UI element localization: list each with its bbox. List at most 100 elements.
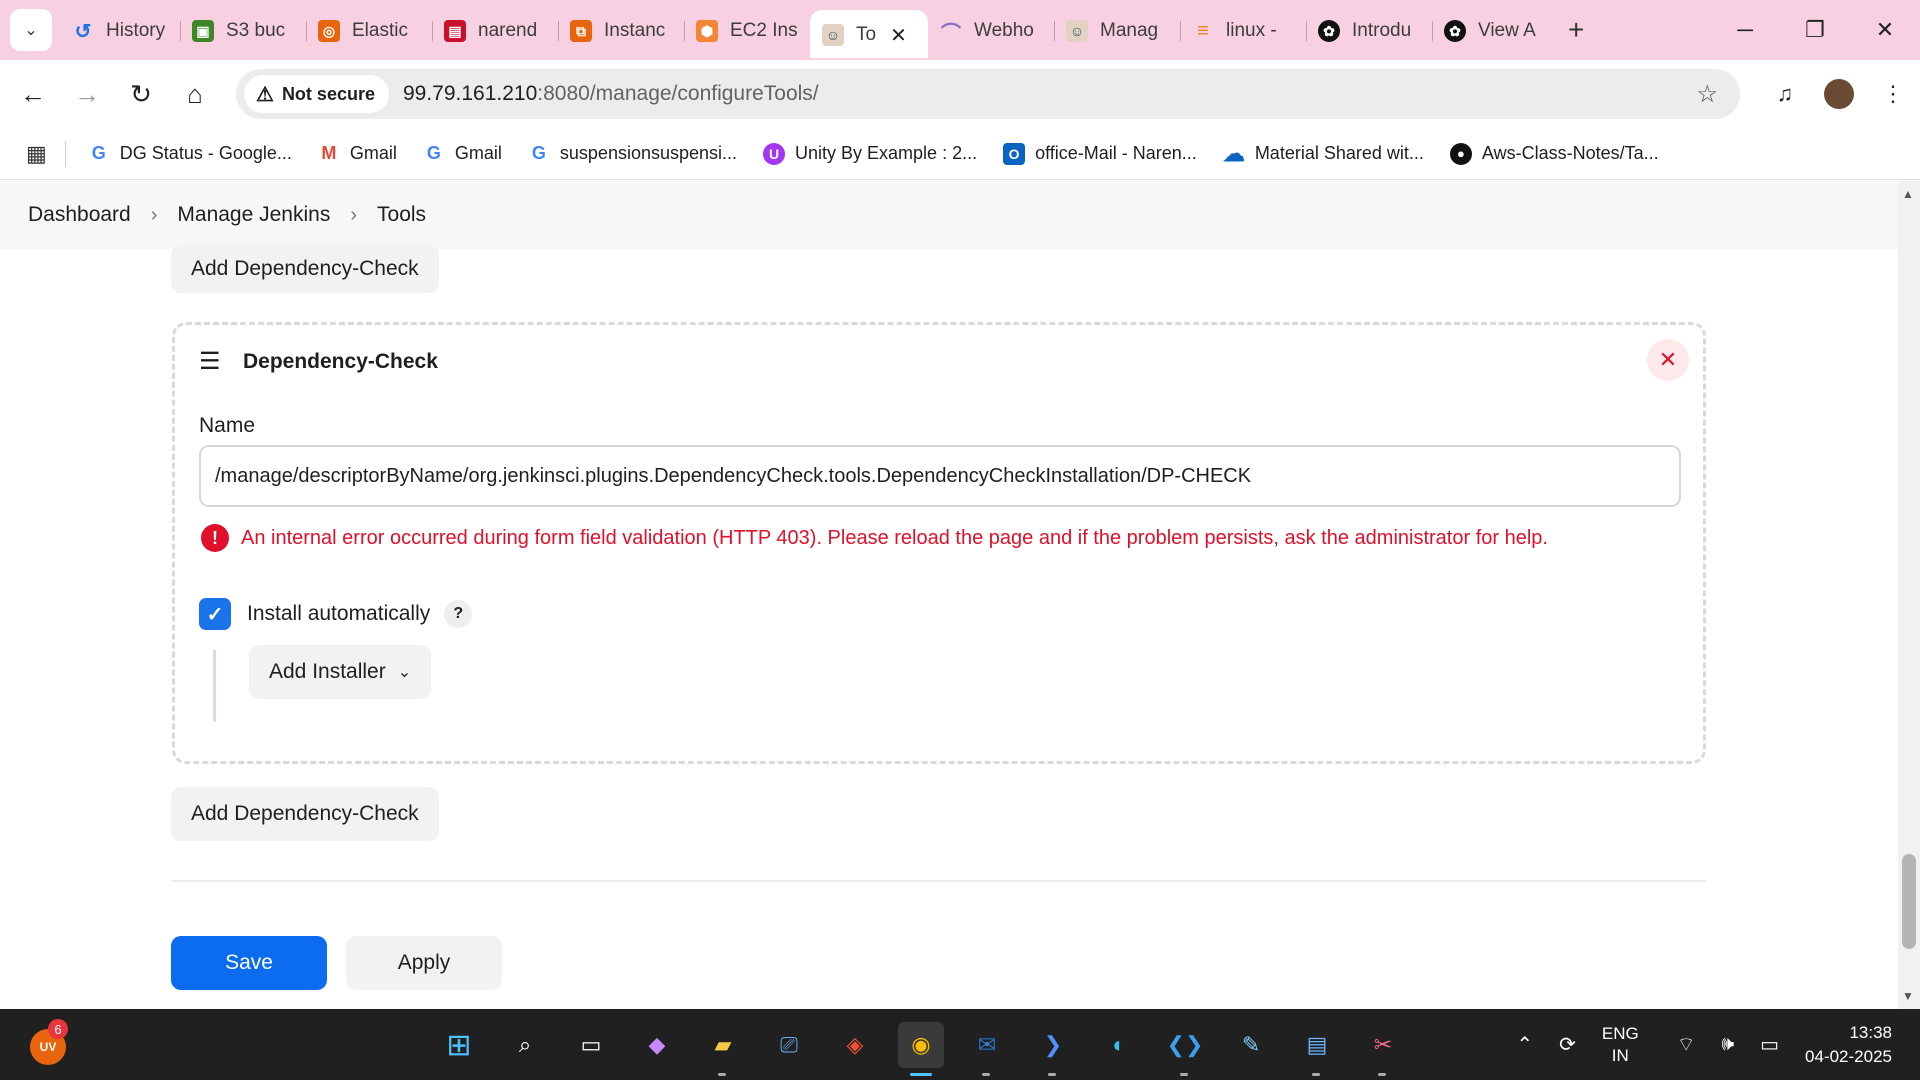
volume-icon[interactable]: 🕪	[1722, 1033, 1735, 1056]
outlook-icon: O	[1003, 142, 1026, 165]
chevron-down-icon: ⌄	[24, 22, 38, 39]
tab-linux[interactable]: ≡ linux -	[1180, 12, 1306, 50]
tab-narend[interactable]: ▤ narend	[432, 12, 558, 50]
snipping-tool-icon[interactable]: ✂	[1360, 1022, 1406, 1076]
home-button[interactable]: ⌂	[168, 67, 222, 121]
tab-instance[interactable]: ⧉ Instanc	[558, 12, 684, 50]
tab-list: ↺ History ▣ S3 buc ◎ Elastic ▤ narend ⧉ Insta…	[60, 0, 1550, 58]
apply-button[interactable]: Apply	[346, 936, 502, 990]
system-tray: ⌃ ⟳ ENG IN ⌔ 🕪 ▭ 13:38 04-02-2025	[1516, 1009, 1920, 1080]
media-control-icon[interactable]: ♫	[1758, 81, 1812, 107]
tab-elastic[interactable]: ◎ Elastic	[306, 12, 432, 50]
tab-tools-active[interactable]: ☺ To ✕	[810, 10, 928, 58]
chevron-right-icon: ›	[150, 203, 158, 226]
remote-desktop-icon[interactable]: ⎚	[766, 1022, 812, 1068]
close-icon[interactable]: ✕	[890, 23, 907, 48]
git-icon[interactable]: ◈	[832, 1022, 878, 1068]
tab-s3[interactable]: ▣ S3 buc	[180, 12, 306, 50]
wifi-icon[interactable]: ⌔	[1677, 1032, 1696, 1057]
s3-icon: ▣	[192, 20, 214, 42]
save-button[interactable]: Save	[171, 936, 327, 990]
tab-search-button[interactable]: ⌄	[10, 9, 52, 51]
tab-introdu[interactable]: ✿ Introdu	[1306, 12, 1432, 50]
aws-instance-icon: ⧉	[570, 20, 592, 42]
tab-ec2[interactable]: ⬢ EC2 Ins	[684, 12, 810, 50]
breadcrumb: Dashboard › Manage Jenkins › Tools	[0, 181, 1898, 249]
jenkins-icon: ☺	[1066, 20, 1088, 42]
bookmark-item[interactable]: M Gmail	[318, 143, 397, 165]
onedrive-icon: ☁	[1222, 140, 1245, 166]
page-scrollbar[interactable]: ▲ ▼	[1898, 181, 1920, 1009]
new-tab-button[interactable]: +	[1568, 14, 1584, 46]
drag-handle-icon[interactable]: ☰	[199, 347, 225, 376]
bookmark-item[interactable]: U Unity By Example : 2...	[763, 142, 977, 165]
gmail-icon: M	[321, 143, 337, 163]
toolbar-right: ♫ ⋮	[1758, 60, 1920, 128]
minimize-icon[interactable]: ─	[1710, 0, 1780, 60]
restore-icon[interactable]: ❐	[1780, 0, 1850, 60]
scrollbar-thumb[interactable]	[1902, 854, 1916, 949]
address-bar[interactable]: ⚠ Not secure 99.79.161.210:8080/manage/c…	[236, 69, 1740, 119]
breadcrumb-manage-jenkins[interactable]: Manage Jenkins	[177, 203, 330, 227]
bookmark-item[interactable]: G Gmail	[423, 143, 502, 165]
tab-history[interactable]: ↺ History	[60, 12, 180, 50]
scroll-down-icon[interactable]: ▼	[1902, 989, 1914, 1003]
add-installer-button[interactable]: Add Installer ⌄	[249, 645, 432, 699]
outlook-icon[interactable]: ✉	[964, 1022, 1010, 1076]
vscode-icon[interactable]: ❮❯	[1162, 1022, 1208, 1076]
bookmark-star-icon[interactable]: ☆	[1696, 80, 1718, 109]
file-explorer-icon[interactable]: ▰	[700, 1022, 746, 1076]
tab-webhook[interactable]: ⌒ Webho	[928, 12, 1054, 50]
url-text[interactable]: 99.79.161.210:8080/manage/configureTools…	[403, 82, 819, 106]
udemy-icon: U	[763, 142, 786, 165]
error-message: An internal error occurred during form f…	[241, 526, 1548, 549]
task-view-icon[interactable]: ▭	[568, 1022, 614, 1068]
tab-view[interactable]: ✿ View A	[1432, 12, 1550, 50]
chrome-icon[interactable]: ◉	[898, 1022, 944, 1076]
notepad-icon[interactable]: ▤	[1294, 1022, 1340, 1076]
security-chip[interactable]: ⚠ Not secure	[244, 75, 389, 113]
apps-grid-icon[interactable]: ▦	[26, 141, 47, 167]
sync-icon[interactable]: ⟳	[1559, 1032, 1576, 1057]
delete-button[interactable]: ✕	[1647, 339, 1689, 381]
tab-strip: ⌄ ↺ History ▣ S3 buc ◎ Elastic ▤ narend ⧉ Ins…	[0, 0, 1920, 60]
add-dependency-check-button-bottom[interactable]: Add Dependency-Check	[171, 787, 439, 841]
help-icon[interactable]: ?	[444, 600, 473, 628]
jenkins-page: Dashboard › Manage Jenkins › Tools Add D…	[0, 181, 1898, 1009]
bookmarks-bar: ▦ G DG Status - Google... M Gmail G Gmail G…	[0, 128, 1920, 180]
error-icon: !	[201, 524, 229, 552]
bookmark-item[interactable]: ● Aws-Class-Notes/Ta...	[1449, 142, 1659, 165]
powershell-icon[interactable]: ❯	[1030, 1022, 1076, 1076]
menu-dots-icon[interactable]: ⋮	[1866, 81, 1920, 107]
scroll-up-icon[interactable]: ▲	[1902, 187, 1914, 201]
name-input[interactable]	[199, 445, 1681, 507]
back-button[interactable]: ←	[6, 67, 60, 121]
breadcrumb-tools[interactable]: Tools	[377, 203, 426, 227]
window-close-icon[interactable]: ✕	[1850, 0, 1920, 60]
language-indicator[interactable]: ENG IN	[1602, 1023, 1639, 1067]
avatar[interactable]	[1824, 79, 1854, 109]
clock[interactable]: 13:38 04-02-2025	[1805, 1021, 1892, 1069]
search-icon[interactable]: ⌕	[502, 1022, 548, 1068]
forward-button[interactable]: →	[60, 67, 114, 121]
windows-start-icon[interactable]: ⊞	[436, 1022, 482, 1068]
validation-error: ! An internal error occurred during form…	[201, 524, 1548, 552]
add-dependency-check-button-top[interactable]: Add Dependency-Check	[171, 245, 439, 293]
openai-icon: ✿	[1444, 20, 1466, 42]
reload-button[interactable]: ↻	[114, 67, 168, 121]
tab-manage[interactable]: ☺ Manag	[1054, 12, 1180, 50]
chevron-up-icon[interactable]: ⌃	[1516, 1032, 1533, 1057]
breadcrumb-dashboard[interactable]: Dashboard	[28, 203, 131, 227]
bookmark-item[interactable]: G DG Status - Google...	[88, 143, 292, 165]
edge-icon[interactable]: ◐	[1096, 1022, 1142, 1068]
paint-icon[interactable]: ✎	[1228, 1022, 1274, 1068]
bookmark-item[interactable]: ☁ Material Shared wit...	[1222, 140, 1424, 166]
copilot-icon[interactable]: ◆	[634, 1022, 680, 1068]
bookmark-item[interactable]: Gsuspensionsuspensi...	[528, 143, 737, 165]
bookmark-item[interactable]: Ooffice-Mail - Naren...	[1003, 142, 1197, 165]
google-icon: G	[426, 143, 441, 163]
card-title: Dependency-Check	[243, 349, 438, 373]
install-automatically-label[interactable]: Install automatically	[247, 602, 430, 626]
battery-icon[interactable]: ▭	[1760, 1032, 1779, 1057]
install-automatically-checkbox[interactable]: ✓	[199, 598, 231, 630]
